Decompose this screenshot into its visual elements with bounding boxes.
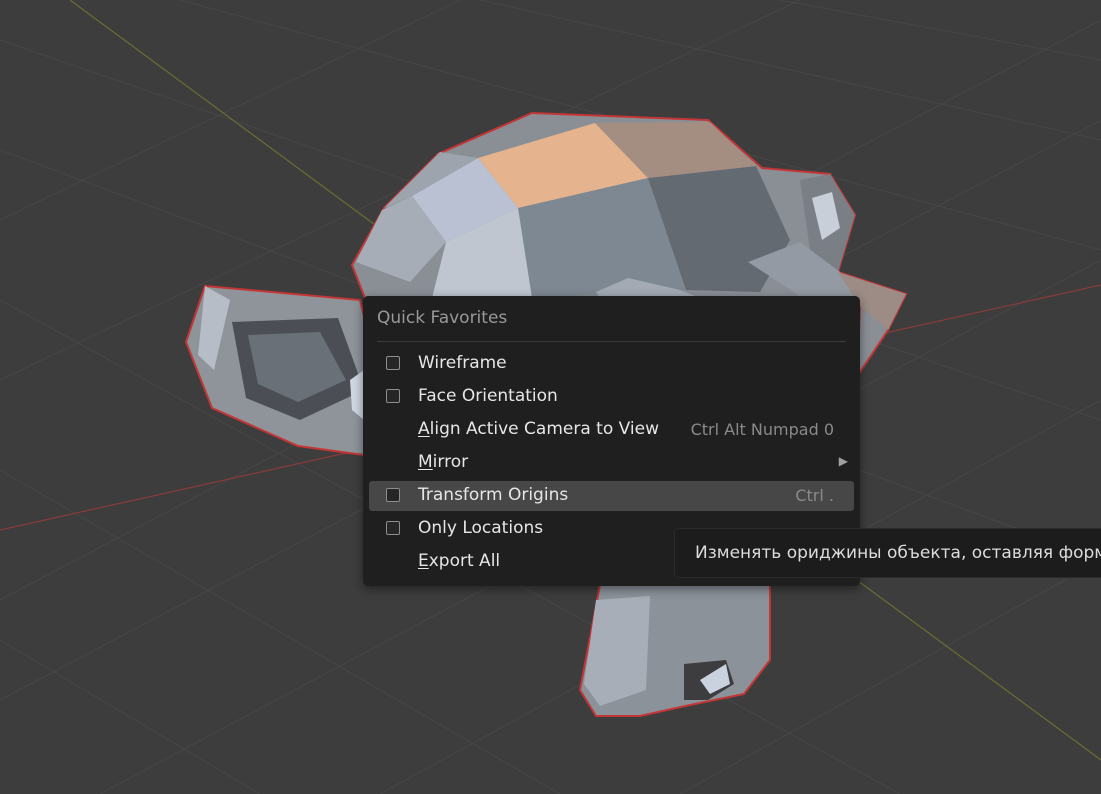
menu-item-text: Face Orientation xyxy=(418,386,558,406)
shortcut-hint: Ctrl . xyxy=(795,486,834,505)
accelerator-key: A xyxy=(418,419,430,439)
shortcut-hint: Ctrl Alt Numpad 0 xyxy=(690,420,834,439)
checkbox[interactable] xyxy=(386,356,400,370)
menu-item-text: irror xyxy=(432,452,469,472)
tooltip: Изменять ориджины объекта, оставляя форм… xyxy=(674,528,1101,578)
menu-item-label: Export All xyxy=(418,551,500,571)
menu-item-label: Wireframe xyxy=(418,353,507,373)
menu-item-text: lign Active Camera to View xyxy=(429,419,659,439)
checkbox[interactable] xyxy=(386,389,400,403)
menu-separator xyxy=(377,341,846,342)
menu-item-text: Wireframe xyxy=(418,353,507,373)
menu-item-text: Only Locations xyxy=(418,518,544,538)
menu-item-face-orientation[interactable]: Face Orientation xyxy=(369,382,854,412)
menu-title: Quick Favorites xyxy=(377,308,508,328)
menu-item-mirror[interactable]: Mirror ▶ xyxy=(369,448,854,478)
menu-item-text: Transform Origins xyxy=(418,485,569,505)
submenu-arrow-icon: ▶ xyxy=(838,454,848,468)
menu-item-label: Align Active Camera to View xyxy=(418,419,659,439)
menu-item-text: xport All xyxy=(428,551,501,571)
checkbox[interactable] xyxy=(386,521,400,535)
menu-item-transform-origins[interactable]: Transform Origins Ctrl . xyxy=(369,481,854,511)
menu-item-label: Face Orientation xyxy=(418,386,558,406)
menu-item-align-active-camera-to-view[interactable]: Align Active Camera to View Ctrl Alt Nump… xyxy=(369,415,854,445)
checkbox[interactable] xyxy=(386,488,400,502)
menu-item-wireframe[interactable]: Wireframe xyxy=(369,349,854,379)
accelerator-key: E xyxy=(418,551,429,571)
tooltip-text: Изменять ориджины объекта, оставляя форм… xyxy=(695,543,1101,563)
3d-viewport[interactable]: Quick Favorites Wireframe Face Orientatio… xyxy=(0,0,1101,794)
accelerator-key: M xyxy=(418,452,433,472)
menu-item-label: Only Locations xyxy=(418,518,543,538)
menu-item-label: Transform Origins xyxy=(418,485,568,505)
menu-item-label: Mirror xyxy=(418,452,468,472)
